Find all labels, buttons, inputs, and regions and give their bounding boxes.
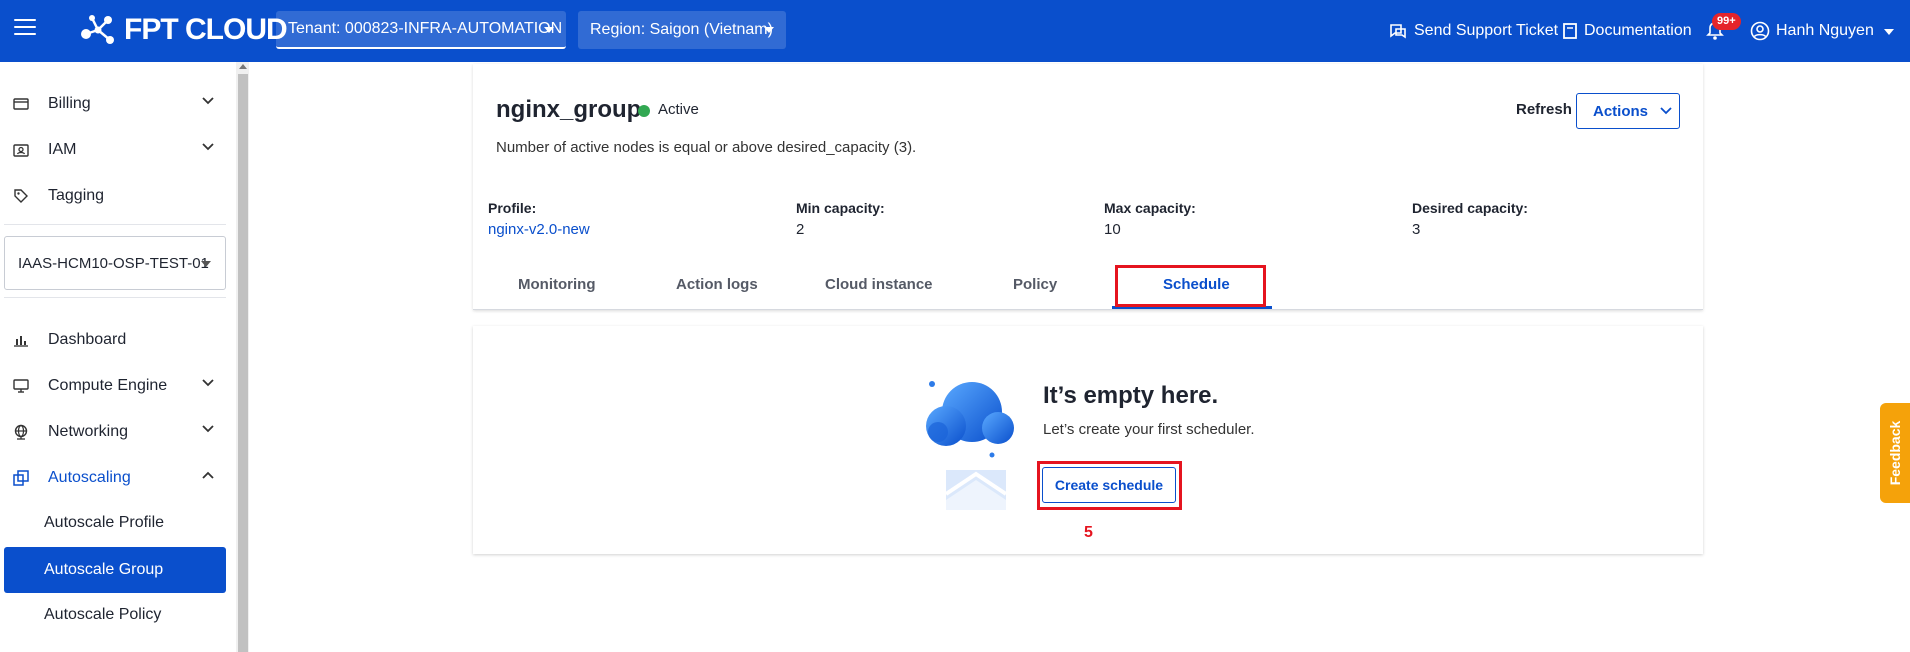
chevron-down-icon [202,425,214,433]
sidebar-item-label: Dashboard [48,331,127,348]
sidebar-item-label: IAM [48,141,77,158]
iam-icon [12,141,30,159]
min-capacity-label: Min capacity: [796,200,885,216]
hamburger-menu-icon[interactable] [14,19,36,37]
book-icon [1563,23,1577,39]
tab-policy[interactable]: Policy [1013,276,1057,293]
tabs-divider [473,309,1703,310]
min-capacity-value: 2 [796,221,805,238]
notifications-button[interactable] [1706,0,1730,62]
notification-badge: 99+ [1712,13,1741,30]
user-name: Hanh Nguyen [1776,22,1874,39]
empty-cloud-illustration-icon [926,381,1014,510]
tab-action-logs[interactable]: Action logs [676,276,758,293]
documentation-label: Documentation [1584,22,1692,39]
sidebar-item-label: Tagging [48,187,105,204]
sidebar-item-dashboard[interactable]: Dashboard [4,318,226,362]
feedback-label: Feedback [1887,420,1903,486]
brand-name: FPT CLOUD [124,13,288,46]
user-menu[interactable]: Hanh Nguyen [1750,0,1894,62]
sidebar-item-label: Networking [48,423,129,440]
tenant-label: Tenant: 000823-INFRA-AUTOMATION [288,20,563,37]
support-ticket-link[interactable]: Send Support Ticket [1388,0,1558,62]
create-schedule-button[interactable]: Create schedule [1042,467,1176,503]
sidebar-item-iam[interactable]: IAM [4,128,226,172]
sidebar-item-autoscaling[interactable]: Autoscaling [4,456,226,500]
chevron-down-icon [202,97,214,105]
chevron-down-icon [1660,107,1672,115]
chevron-down-icon [202,379,214,387]
region-select[interactable]: Region: Saigon (Vietnam) [578,11,786,49]
tab-monitoring[interactable]: Monitoring [518,276,595,293]
tab-cloud-instance[interactable]: Cloud instance [825,276,933,293]
actions-button[interactable]: Actions [1576,93,1680,129]
schedule-panel [473,326,1703,554]
status-badge: Active [658,101,699,118]
page-title: nginx_group [496,96,642,123]
sidebar-item-label: Autoscale Group [44,561,164,578]
region-label: Region: Saigon (Vietnam) [590,21,773,38]
billing-icon [12,95,30,113]
status-dot-icon [638,105,650,117]
project-label: IAAS-HCM10-OSP-TEST-01 [18,254,209,272]
chevron-down-icon [764,27,774,33]
empty-state-description: Let’s create your first scheduler. [1043,421,1255,438]
desired-capacity-value: 3 [1412,221,1421,238]
sidebar-item-autoscale-profile[interactable]: Autoscale Profile [4,501,226,545]
feedback-tab[interactable]: Feedback [1880,403,1910,503]
chevron-down-icon [201,261,211,267]
profile-label: Profile: [488,200,537,216]
desired-capacity-label: Desired capacity: [1412,200,1528,216]
active-tab-indicator [1112,306,1272,309]
globe-icon [12,423,30,441]
chevron-down-icon [1883,29,1894,35]
profile-link[interactable]: nginx-v2.0-new [488,221,590,238]
tab-schedule[interactable]: Schedule [1163,276,1230,293]
fpt-logo-icon [81,15,114,44]
sidebar-scrollbar-thumb[interactable] [238,74,248,652]
brand-logo[interactable]: FPT CLOUD [78,12,288,48]
max-capacity-value: 10 [1104,221,1121,238]
sidebar-divider [4,224,226,225]
autoscaling-icon [12,469,30,487]
sidebar-item-networking[interactable]: Networking [4,410,226,454]
sidebar-divider [4,297,226,298]
chevron-down-icon [202,143,214,151]
documentation-link[interactable]: Documentation [1562,0,1692,62]
sidebar-item-label: Autoscale Policy [44,606,162,623]
support-icon [1390,24,1406,39]
support-label: Send Support Ticket [1414,22,1559,39]
max-capacity-label: Max capacity: [1104,200,1196,216]
sidebar-item-tagging[interactable]: Tagging [4,174,226,218]
status-description: Number of active nodes is equal or above… [496,139,917,156]
project-select[interactable]: IAAS-HCM10-OSP-TEST-01 [4,236,226,290]
chevron-down-icon [544,27,554,33]
tenant-select[interactable]: Tenant: 000823-INFRA-AUTOMATION [276,11,566,49]
chevron-up-icon [202,471,214,479]
monitor-icon [12,377,30,395]
sidebar-item-autoscale-group[interactable]: Autoscale Group [4,547,226,593]
user-avatar-icon [1750,21,1770,41]
refresh-button[interactable]: Refresh [1516,101,1572,118]
sidebar-item-compute-engine[interactable]: Compute Engine [4,364,226,408]
scroll-up-arrow-icon[interactable] [239,64,247,69]
chart-icon [12,331,30,349]
tag-icon [12,187,30,205]
sidebar-item-label: Compute Engine [48,377,168,394]
top-bar: FPT CLOUD Tenant: 000823-INFRA-AUTOMATIO… [0,0,1910,62]
sidebar-item-autoscale-policy[interactable]: Autoscale Policy [4,593,226,637]
empty-state-title: It’s empty here. [1043,382,1219,409]
sidebar-item-label: Autoscaling [48,469,131,486]
sidebar-item-billing[interactable]: Billing [4,82,226,126]
sidebar-item-label: Billing [48,95,91,112]
actions-label: Actions [1593,102,1649,120]
sidebar-item-label: Autoscale Profile [44,514,165,531]
annotation-step-5: 5 [1084,524,1093,541]
